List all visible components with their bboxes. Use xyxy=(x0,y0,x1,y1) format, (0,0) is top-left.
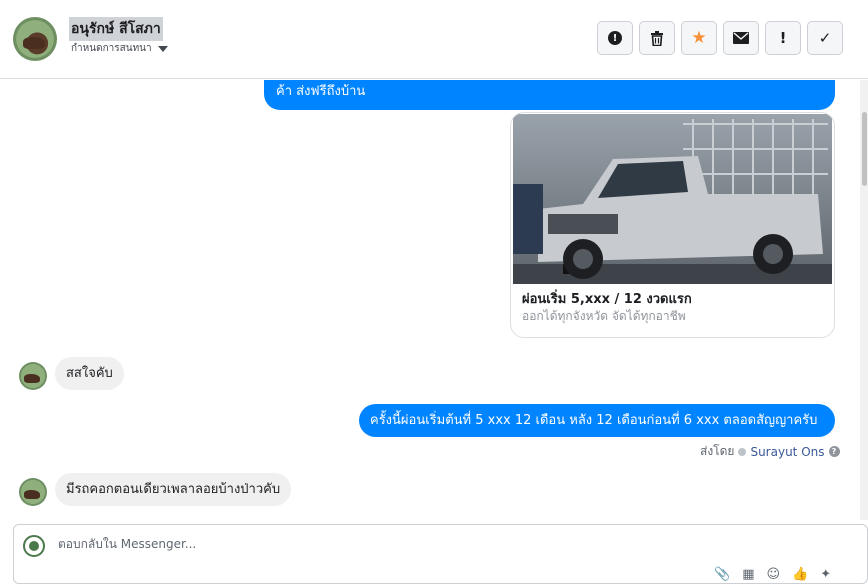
card-subtitle: ออกได้ทุกจังหวัด จัดได้ทุกอาชีพ xyxy=(522,309,686,323)
reply-input[interactable] xyxy=(58,537,758,551)
agent-avatar-dot xyxy=(738,447,747,456)
exclamation-icon: ! xyxy=(779,29,787,47)
message-text: ค้า ส่งฟรีถึงบ้าน xyxy=(276,84,366,99)
page-avatar xyxy=(23,535,45,557)
alert-circle-icon: ! xyxy=(608,31,622,45)
incoming-message[interactable]: มีรถคอกตอนเดียวเพลาลอยบ้างป่าวคับ xyxy=(55,473,292,506)
outgoing-message[interactable]: ค้า ส่งฟรีถึงบ้าน xyxy=(264,80,835,110)
star-icon: ★ xyxy=(691,28,707,48)
help-icon[interactable]: ? xyxy=(828,446,840,457)
message-text: มีรถคอกตอนเดียวเพลาลอยบ้างป่าวคับ xyxy=(66,482,281,497)
delete-button[interactable] xyxy=(639,21,675,55)
sent-by-label: ส่งโดย xyxy=(700,444,735,458)
mark-unread-button[interactable] xyxy=(723,21,759,55)
conversation-label-text: กำหนดการสนทนา xyxy=(71,43,152,54)
composer-tools: 📎 ▦ ☺ 👍 ✦ xyxy=(714,567,831,582)
contact-avatar-small xyxy=(19,362,47,390)
contact-avatar[interactable] xyxy=(13,17,57,61)
card-title: ผ่อนเริ่ม 5,xxx / 12 งวดแรก xyxy=(522,292,692,307)
like-icon[interactable]: 👍 xyxy=(792,567,808,582)
sparkle-icon[interactable]: ✦ xyxy=(820,567,831,582)
truck-photo xyxy=(513,114,832,284)
contact-avatar-small xyxy=(19,478,47,506)
star-button[interactable]: ★ xyxy=(681,21,717,55)
header-actions: ! ★ ! ✓ xyxy=(597,21,843,55)
envelope-icon xyxy=(733,32,749,44)
message-text: ครั้งนี้ผ่อนเริ่มต้นที่ 5 xxx 12 เดือน ห… xyxy=(370,413,818,428)
truck-image-icon xyxy=(513,114,832,284)
message-thread: ค้า ส่งฟรีถึงบ้าน ผ่อนเริ่ม 5,xxx / 12 ง… xyxy=(0,80,860,520)
trash-icon xyxy=(651,30,663,46)
agent-name-link[interactable]: Surayut Ons xyxy=(750,445,824,459)
follow-up-button[interactable]: ! xyxy=(765,21,801,55)
caret-down-icon xyxy=(157,46,168,52)
incoming-message[interactable]: สสใจคับ xyxy=(55,357,124,390)
spam-button[interactable]: ! xyxy=(597,21,633,55)
conversation-label-dropdown[interactable]: กำหนดการสนทนา xyxy=(71,41,168,56)
attachment-icon[interactable]: 📎 xyxy=(714,567,730,582)
message-text: สสใจคับ xyxy=(66,366,113,381)
check-icon: ✓ xyxy=(818,29,832,47)
emoji-icon[interactable]: ☺ xyxy=(766,567,780,582)
product-card[interactable]: ผ่อนเริ่ม 5,xxx / 12 งวดแรก ออกได้ทุกจัง… xyxy=(510,112,835,338)
sent-by-row: ส่งโดย Surayut Ons ? xyxy=(700,442,840,461)
contact-name[interactable]: อนุรักษ์ สีโสภา xyxy=(69,17,163,41)
mark-done-button[interactable]: ✓ xyxy=(807,21,843,55)
template-icon[interactable]: ▦ xyxy=(742,567,754,582)
scrollbar-thumb[interactable] xyxy=(862,112,867,186)
outgoing-message[interactable]: ครั้งนี้ผ่อนเริ่มต้นที่ 5 xxx 12 เดือน ห… xyxy=(359,404,835,437)
reply-composer: 📎 ▦ ☺ 👍 ✦ xyxy=(13,524,868,584)
conversation-header: อนุรักษ์ สีโสภา กำหนดการสนทนา ! ★ ! ✓ xyxy=(0,0,868,79)
